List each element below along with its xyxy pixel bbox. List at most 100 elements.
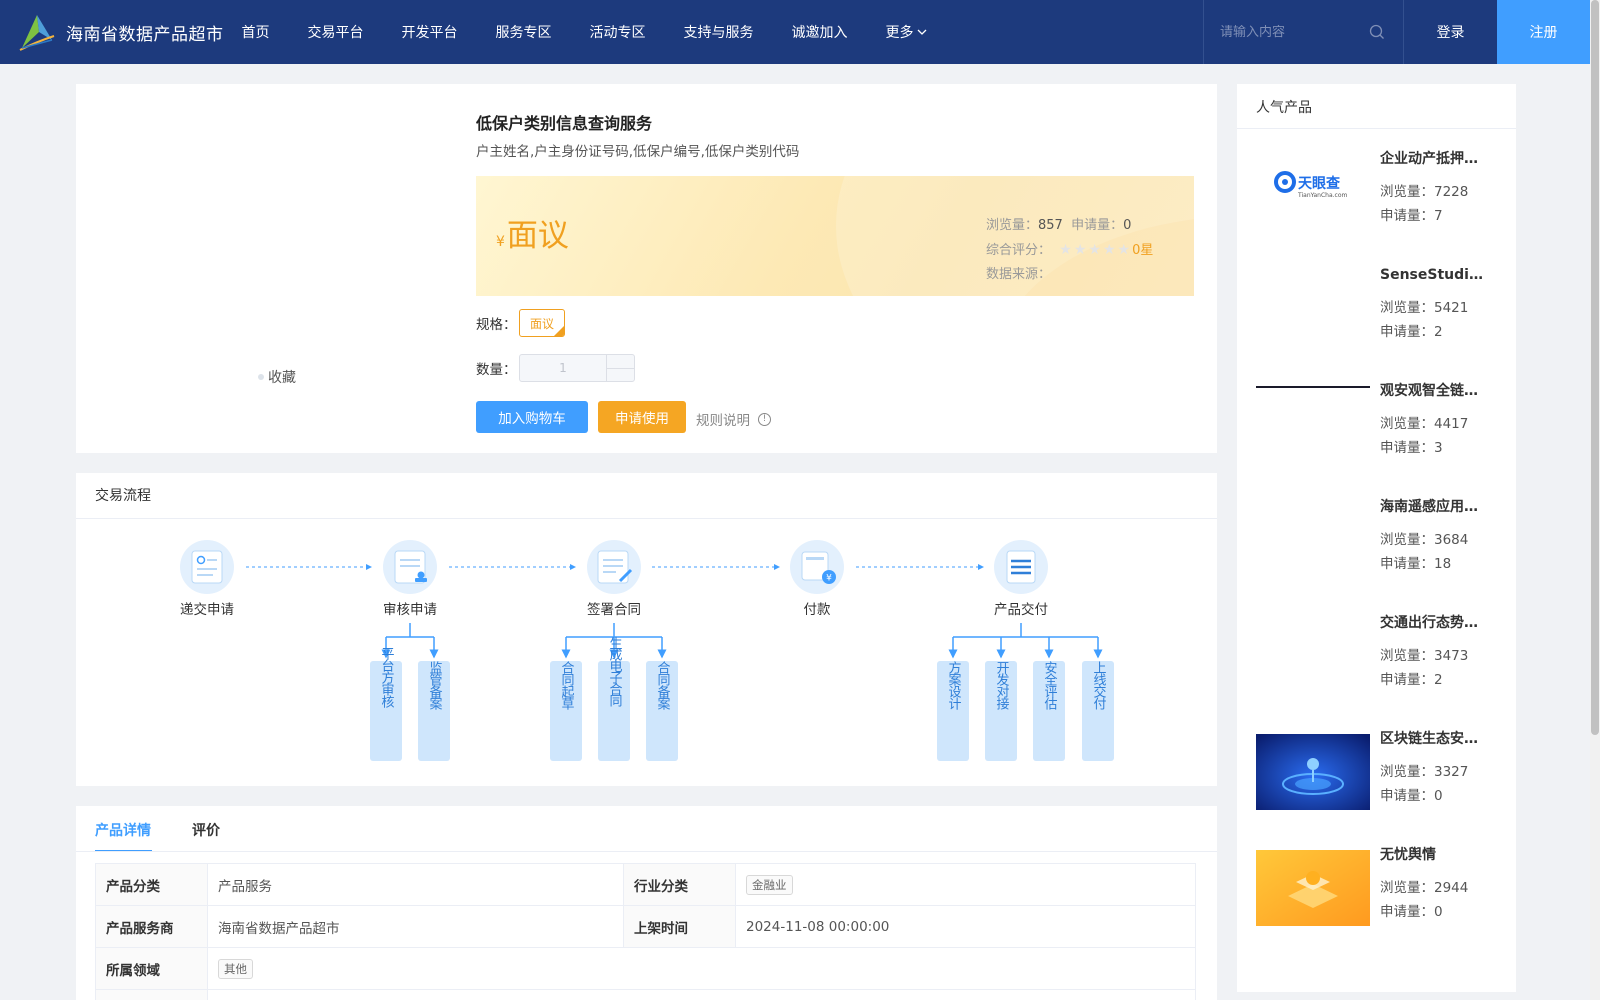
provider-value: 海南省数据产品超市 (207, 905, 624, 948)
sentiment-thumb-image (1256, 850, 1370, 926)
quantity-arrows (606, 355, 634, 381)
scrollbar-thumb[interactable] (1591, 0, 1599, 735)
step-label: 产品交付 (994, 601, 1048, 618)
apps-label: 申请量： (1380, 208, 1434, 224)
views-label: 浏览量： (1380, 184, 1434, 200)
source-label: 数据来源： (986, 267, 1052, 282)
selected-corner-icon (554, 326, 564, 336)
add-to-cart-button[interactable]: 加入购物车 (476, 401, 588, 433)
rules-link[interactable]: 规则说明! (696, 409, 771, 429)
product-name[interactable]: 海南遥感应用服务 (1380, 496, 1490, 516)
substep-label: 开发对接 (994, 661, 1010, 710)
industry-tag: 金融业 (746, 874, 793, 895)
views-count: 2944 (1434, 880, 1469, 896)
star-icon: ★ (1117, 242, 1131, 258)
nav-more[interactable]: 更多 (886, 22, 927, 42)
nav-services[interactable]: 服务专区 (496, 22, 552, 42)
step-delivery-icon (994, 540, 1048, 594)
nav-trading[interactable]: 交易平台 (308, 22, 364, 42)
site-logo[interactable]: 海南省数据产品超市 (18, 12, 224, 52)
product-thumbnail (1256, 270, 1370, 346)
thumb-line (1256, 386, 1370, 388)
product-name[interactable]: SenseStudio人工智能 (1380, 264, 1490, 284)
step-label: 签署合同 (587, 601, 641, 618)
views-label: 浏览量： (986, 218, 1039, 233)
spec-option[interactable]: 面议 (519, 309, 565, 337)
product-applications: 申请量：2 (1380, 668, 1443, 688)
apps-label: 申请量： (1380, 440, 1434, 456)
listed-time-label: 上架时间 (623, 905, 736, 948)
substep-label: 方案设计 (946, 660, 962, 710)
views-count: 7228 (1434, 184, 1469, 200)
increase-button[interactable] (607, 355, 634, 369)
favorite-button[interactable]: 收藏 (258, 367, 296, 387)
list-item[interactable]: 天眼查 TianYanCha.com 企业动产抵押信息查询 浏览量：7228 申… (1256, 151, 1496, 230)
views-label: 浏览量： (1380, 532, 1434, 548)
search-input[interactable] (1220, 24, 1360, 40)
substep-label: 平台方审核 (379, 647, 395, 708)
product-thumbnail (1256, 502, 1370, 578)
product-applications: 申请量：18 (1380, 552, 1451, 572)
product-views: 浏览量：3473 (1380, 644, 1468, 664)
search-icon[interactable] (1369, 24, 1385, 40)
product-name[interactable]: 企业动产抵押信息查询 (1380, 148, 1490, 168)
product-name[interactable]: 区块链生态安全服务 (1380, 728, 1490, 748)
delivery-branches (948, 623, 1103, 659)
views-count: 4417 (1434, 416, 1469, 432)
product-stats: 浏览量：857 申请量：0 综合评分： ★ ★ ★ ★ ★ 0星 数据来源： (986, 214, 1153, 287)
list-item[interactable]: 区块链生态安全服务 浏览量：3327 申请量：0 (1256, 731, 1496, 810)
list-item[interactable]: 交通出行态势分析 浏览量：3473 申请量：2 (1256, 615, 1496, 694)
apps-count: 3 (1434, 440, 1443, 456)
tab-product-detail[interactable]: 产品详情 (95, 820, 151, 840)
nav-join[interactable]: 诚邀加入 (792, 22, 848, 42)
views-count: 3327 (1434, 764, 1469, 780)
star-icon: ★ (1073, 242, 1087, 258)
quantity-label: 数量： (476, 362, 517, 378)
list-item[interactable]: 无忧舆情 浏览量：2944 申请量：0 (1256, 847, 1496, 926)
nav-developer[interactable]: 开发平台 (402, 22, 458, 42)
step-label: 递交申请 (180, 601, 234, 618)
views-count: 5421 (1434, 300, 1469, 316)
list-item[interactable]: SenseStudio人工智能 浏览量：5421 申请量：2 (1256, 267, 1496, 346)
product-name[interactable]: 观安观智全链路安全 (1380, 380, 1490, 400)
detail-table: 产品分类 产品服务 行业分类 金融业 产品服务商 海南省数据产品超市 上架时间 … (95, 863, 1196, 1000)
star-icon: ★ (1059, 242, 1072, 258)
product-name[interactable]: 交通出行态势分析 (1380, 612, 1490, 632)
decrease-button[interactable] (607, 369, 634, 382)
divider (76, 851, 1217, 852)
login-button[interactable]: 登录 (1403, 0, 1497, 64)
category-value: 产品服务 (207, 863, 624, 906)
tab-review[interactable]: 评价 (192, 820, 220, 840)
tianyancha-logo: 天眼查 TianYanCha.com (1274, 171, 1347, 199)
nav-home[interactable]: 首页 (242, 22, 270, 42)
currency-symbol: ¥ (496, 234, 505, 250)
flow-title: 交易流程 (95, 488, 151, 504)
product-detail-card: 产品详情 评价 产品分类 产品服务 行业分类 金融业 产品服务商 海南省数据产品… (76, 806, 1217, 1000)
product-views: 浏览量：4417 (1380, 412, 1468, 432)
quantity-value[interactable]: 1 (520, 355, 606, 381)
step-payment-icon: ¥ (790, 540, 844, 594)
empty-cell (207, 989, 1196, 1000)
apps-label: 申请量： (1380, 904, 1434, 920)
apply-button[interactable]: 申请使用 (598, 401, 686, 433)
product-views: 浏览量：7228 (1380, 180, 1468, 200)
logo-icon (19, 15, 55, 51)
price-panel: ¥ 面议 浏览量：857 申请量：0 综合评分： ★ ★ ★ ★ ★ 0星 数据来源： (476, 176, 1194, 296)
nav-support[interactable]: 支持与服务 (684, 22, 754, 42)
product-name[interactable]: 无忧舆情 (1380, 844, 1490, 864)
product-thumbnail (1256, 618, 1370, 694)
apps-count: 0 (1434, 788, 1443, 804)
list-item[interactable]: 观安观智全链路安全 浏览量：4417 申请量：3 (1256, 383, 1496, 462)
register-button[interactable]: 注册 (1497, 0, 1590, 64)
substep-label: 合同起草 (559, 661, 575, 710)
industry-cell: 金融业 (735, 863, 1196, 906)
rating-text: 0星 (1132, 243, 1154, 258)
list-item[interactable]: 海南遥感应用服务 浏览量：3684 申请量：18 (1256, 499, 1496, 578)
page-scrollbar[interactable] (1590, 0, 1600, 1000)
applications-count: 0 (1123, 218, 1132, 233)
quantity-stepper[interactable]: 1 (519, 354, 635, 382)
nav-events[interactable]: 活动专区 (590, 22, 646, 42)
substep-label: 生成电子合同 (607, 637, 623, 708)
product-title: 低保户类别信息查询服务 (476, 114, 653, 133)
substep-label: 监管备案 (427, 661, 443, 710)
